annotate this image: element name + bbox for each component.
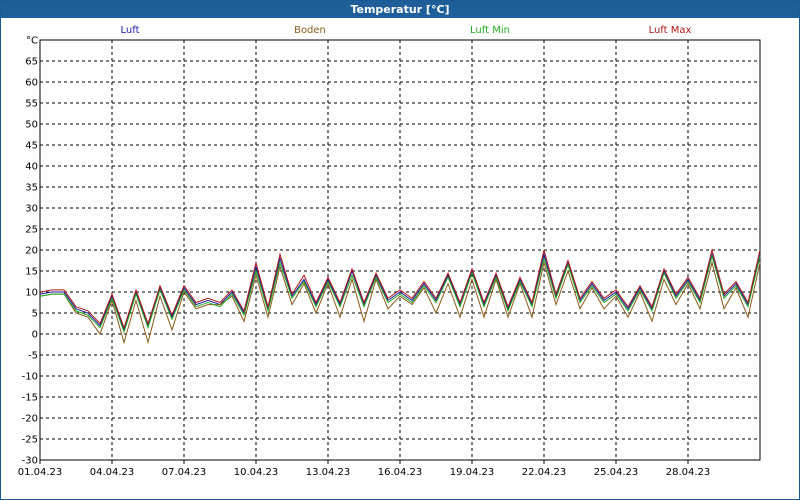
y-tick-label: 65 [25, 57, 38, 68]
y-tick-label: -25 [22, 435, 38, 446]
x-tick-label: 25.04.23 [594, 467, 639, 478]
y-tick-label: 10 [25, 288, 38, 299]
grid [39, 39, 761, 461]
x-tick-label: 13.04.23 [306, 467, 351, 478]
y-tick-label: -5 [28, 351, 38, 362]
y-tick-label: 5 [32, 309, 38, 320]
x-tick-label: 10.04.23 [234, 467, 279, 478]
y-tick-label: -10 [22, 372, 38, 383]
legend-entry-boden: Boden [294, 25, 326, 36]
y-tick-label: 20 [25, 246, 38, 257]
x-tick-label: 16.04.23 [378, 467, 423, 478]
y-tick-label: -15 [22, 393, 38, 404]
legend-entry-luft-max: Luft Max [649, 25, 692, 36]
x-tick-label: 07.04.23 [162, 467, 207, 478]
y-tick-label: 15 [25, 267, 38, 278]
y-tick-label: 55 [25, 99, 38, 110]
legend-entry-luft-min: Luft Min [470, 25, 510, 36]
legend: Luft Boden Luft Min Luft Max [121, 25, 692, 36]
y-tick-label: 45 [25, 141, 38, 152]
x-tick-label: 04.04.23 [90, 467, 135, 478]
x-tick-label: 28.04.23 [666, 467, 711, 478]
y-tick-label: -20 [22, 414, 38, 425]
y-tick-label: 50 [25, 120, 38, 131]
x-tick-label: 01.04.23 [18, 467, 63, 478]
y-tick-label: 60 [25, 78, 38, 89]
y-tick-label: 25 [25, 225, 38, 236]
y-tick-label: -30 [22, 456, 38, 467]
legend-entry-luft: Luft [121, 25, 140, 36]
y-tick-label: 30 [25, 204, 38, 215]
y-tick-label: 0 [32, 330, 38, 341]
y-tick-label: 35 [25, 183, 38, 194]
temperature-chart: -30 -25 -20 -15 -10 -5 0 5 10 15 20 25 30 35 40 45 50 55 6… [18, 25, 761, 478]
x-tick-label: 22.04.23 [522, 467, 567, 478]
x-tick-label: 19.04.23 [450, 467, 495, 478]
y-tick-label: 40 [25, 162, 38, 173]
y-axis-unit-label: °C [26, 36, 38, 47]
